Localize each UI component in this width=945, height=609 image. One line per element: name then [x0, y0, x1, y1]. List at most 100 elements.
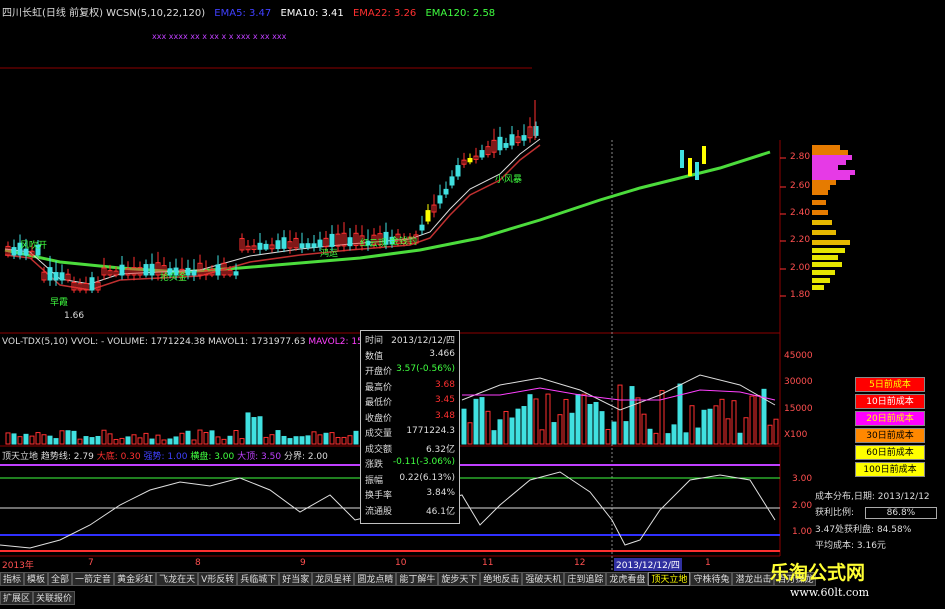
volume-bar [203, 431, 209, 445]
volume-bar [239, 438, 245, 445]
chart-canvas[interactable]: 风吹开早霞 抢头金 鸿运 红云现 金钱钓 小风暴 [0, 0, 945, 609]
indicator-tab[interactable]: 好当家 [279, 572, 313, 586]
volume-bar [767, 424, 773, 445]
indicator-tab[interactable]: 龙虎看盘 [606, 572, 649, 586]
tooltip-row: 成交额 6.32亿 [361, 442, 459, 456]
volume-bar [281, 435, 287, 445]
indicator-tab[interactable]: 旋步天下 [438, 572, 481, 586]
indicator-tab[interactable]: 绝地反击 [480, 572, 523, 586]
volume-bar [719, 398, 725, 445]
tooltip-row: 成交量 1771224.3 [361, 426, 459, 440]
volume-bar [497, 419, 503, 445]
volume-bar [119, 437, 125, 445]
indicator-tab[interactable]: 强破天机 [522, 572, 565, 586]
volume-bar [143, 432, 149, 445]
price-tick-label: 2.60 [790, 181, 811, 191]
volume-bar [77, 438, 83, 445]
indicator-tab[interactable]: 全部 [48, 572, 73, 586]
chip-bar [812, 165, 838, 170]
tooltip-row: 流通股 46.1亿 [361, 504, 459, 518]
chip-bar [812, 240, 850, 245]
avg-cost-line: 平均成本: 3.16元 [815, 541, 886, 551]
indicator-tick-label: 3.00 [792, 474, 813, 484]
chip-bar [812, 255, 838, 260]
chip-bar [812, 210, 828, 215]
tooltip-label: 振幅 [365, 475, 384, 486]
indicator-tick-label: 2.00 [792, 501, 813, 511]
volume-bar [293, 436, 299, 445]
indicator-tab[interactable]: 指标 [0, 572, 25, 586]
indicator-tab[interactable]: 兵临城下 [237, 572, 280, 586]
tooltip-label: 成交量 [365, 429, 393, 439]
volume-bar [527, 394, 533, 445]
indicator-tab[interactable]: 模板 [24, 572, 49, 586]
volume-bar [539, 429, 545, 445]
cost-legend-item: 30日前成本26.9% [855, 428, 925, 456]
volume-bar [347, 435, 353, 445]
time-axis-label: 2013/12/12/四 [614, 558, 682, 571]
indicator-tab[interactable]: 飞龙在天 [156, 572, 199, 586]
volume-tick-label: X100 [784, 430, 808, 440]
chip-bar [812, 180, 836, 185]
chip-bar [812, 190, 828, 195]
avg-profit-label: 3.47处获利盘: [815, 525, 875, 535]
candle-body [59, 272, 65, 281]
volume-bar [23, 433, 29, 445]
volume-bar [5, 432, 11, 445]
volume-bar [671, 424, 677, 445]
candle-body [497, 136, 503, 151]
chip-bar [812, 220, 832, 225]
indicator-tab[interactable]: V形反转 [198, 572, 238, 586]
volume-bar [503, 410, 509, 445]
indicator-tab[interactable]: 守株待兔 [690, 572, 733, 586]
tooltip-label: 流通股 [365, 506, 393, 517]
volume-bar [545, 393, 551, 445]
candle-body [688, 158, 692, 176]
indicator-tab[interactable]: 龙凤呈祥 [312, 572, 355, 586]
indicator-tab[interactable]: 黄金彩虹 [114, 572, 157, 586]
candle-body [425, 210, 431, 222]
secondary-tab[interactable]: 扩展区 [0, 591, 34, 605]
volume-bar [47, 435, 53, 445]
volume-bar [317, 434, 323, 445]
tooltip-value: 1771224.3 [406, 426, 455, 436]
tooltip-row: 振幅 0.22(6.13%) [361, 473, 459, 487]
candle-body [11, 247, 17, 256]
volume-bar [599, 411, 605, 445]
indicator-tab[interactable]: 能丁解牛 [396, 572, 439, 586]
chip-bar [812, 200, 826, 205]
price-tick-label: 2.00 [790, 263, 811, 273]
volume-bar [269, 434, 275, 445]
tooltip-value: 2013/12/12/四 [391, 336, 455, 346]
tooltip-row: 最低价 3.45 [361, 395, 459, 409]
time-axis-label: 9 [300, 558, 306, 568]
volume-bar [197, 429, 203, 445]
tooltip-label: 换手率 [365, 491, 393, 501]
tooltip-value: 3.45 [434, 395, 455, 405]
volume-bar [521, 406, 527, 445]
candle-body [702, 146, 706, 164]
candle-body [317, 239, 323, 248]
indicator-tab[interactable]: 庄到追踪 [564, 572, 607, 586]
data-tooltip: 时间 2013/12/12/四 数值 3.466 开盘价 3.57(-0.56%) 最高价 3… [360, 330, 460, 524]
indicator-tab[interactable]: 圆龙点睛 [354, 572, 397, 586]
volume-bar [743, 417, 749, 445]
signal-annotation: 风吹开 [20, 239, 47, 251]
signal-annotation: 金钱钓 [390, 235, 417, 247]
volume-bar [695, 427, 701, 445]
volume-bar [683, 432, 689, 445]
secondary-tab[interactable]: 关联报价 [33, 591, 76, 605]
chip-bar [812, 150, 848, 155]
indicator-flat: 横盘: 3.00 [190, 452, 235, 462]
volume-bar [65, 430, 71, 445]
candle-body [419, 224, 425, 231]
candle-body [89, 277, 95, 291]
indicator-tab[interactable]: 一箭定音 [72, 572, 115, 586]
indicator-tab[interactable]: 潜龙出击 [732, 572, 775, 586]
indicator-tab[interactable]: 顶天立地 [648, 572, 691, 586]
candle-body [215, 264, 221, 276]
volume-bar [113, 438, 119, 445]
tooltip-value: 3.57(-0.56%) [396, 364, 455, 374]
time-axis-label: 12 [574, 558, 586, 568]
volume-bar [635, 397, 641, 445]
